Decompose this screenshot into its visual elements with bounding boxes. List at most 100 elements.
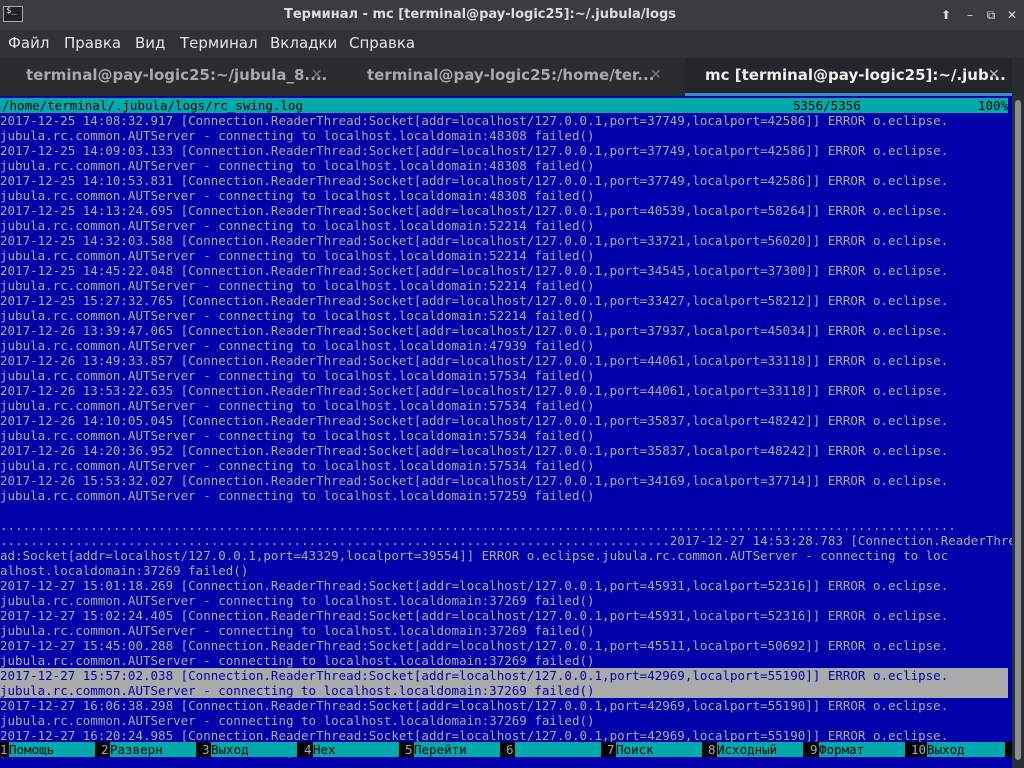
window-title-bar: $_ Терминал - mc [terminal@pay-logic25]:… bbox=[0, 0, 1024, 30]
fkey-label: Формат bbox=[819, 742, 905, 757]
fkey-label: Помощь bbox=[9, 742, 95, 757]
log-line: 2017-12-25 14:13:24.695 [Connection.Read… bbox=[0, 203, 949, 218]
log-line: 2017-12-26 13:39:47.065 [Connection.Read… bbox=[0, 323, 949, 338]
log-line-highlighted: jubula.rc.common.AUTServer - connecting … bbox=[0, 683, 1008, 698]
tab-label: terminal@pay-logic25:~/jubula_8.... bbox=[26, 66, 328, 84]
tab-terminal-1[interactable]: terminal@pay-logic25:~/jubula_8.... ✕ bbox=[0, 58, 340, 96]
log-line: 2017-12-27 15:45:00.288 [Connection.Read… bbox=[0, 638, 949, 653]
scroll-percent: 100% bbox=[978, 98, 1009, 113]
fkey-label: Разверн bbox=[110, 742, 196, 757]
log-line: 2017-12-26 14:10:05.045 [Connection.Read… bbox=[0, 413, 949, 428]
close-window-button[interactable]: ✕ bbox=[1003, 6, 1021, 24]
fkey-number: 5 bbox=[405, 742, 413, 757]
close-icon: ✕ bbox=[1006, 8, 1018, 22]
log-line: 2017-12-27 16:06:38.298 [Connection.Read… bbox=[0, 698, 949, 713]
log-line: 2017-12-26 15:53:32.027 [Connection.Read… bbox=[0, 473, 949, 488]
tab-terminal-2[interactable]: terminal@pay-logic25:/home/ter... ✕ bbox=[340, 58, 685, 96]
scrollbar-thumb[interactable] bbox=[1015, 100, 1021, 760]
fkey-number: 9 bbox=[810, 742, 818, 757]
close-tab-icon[interactable]: ✕ bbox=[650, 58, 662, 92]
fkey-f8[interactable]: 8 Исходный bbox=[708, 742, 809, 757]
log-line: ........................................… bbox=[0, 518, 956, 533]
log-line: 2017-12-25 14:08:32.917 [Connection.Read… bbox=[0, 113, 949, 128]
fkey-number: 10 bbox=[911, 742, 927, 757]
log-line: jubula.rc.common.AUTServer - connecting … bbox=[0, 428, 595, 443]
log-line: jubula.rc.common.AUTServer - connecting … bbox=[0, 713, 595, 728]
fkey-f6[interactable]: 6 bbox=[506, 742, 607, 757]
fkey-label: Перейти bbox=[414, 742, 500, 757]
file-path: /home/terminal/.jubula/logs/rc_swing.log bbox=[2, 98, 304, 113]
log-line: jubula.rc.common.AUTServer - connecting … bbox=[0, 368, 595, 383]
log-line: ad:Socket[addr=localhost/127.0.0.1,port=… bbox=[0, 548, 949, 563]
fkey-f7[interactable]: 7 Поиск bbox=[607, 742, 708, 757]
window-title: Терминал - mc [terminal@pay-logic25]:~/.… bbox=[284, 7, 676, 22]
line-position: 5356/5356 bbox=[793, 98, 861, 113]
tab-mc-active[interactable]: mc [terminal@pay-logic25]:~/.jub... ✕ bbox=[685, 58, 1012, 96]
log-line: 2017-12-26 13:53:22.635 [Connection.Read… bbox=[0, 383, 949, 398]
terminal-scrollbar[interactable] bbox=[1012, 96, 1024, 768]
log-line: 2017-12-27 16:20:24.985 [Connection.Read… bbox=[0, 728, 949, 743]
log-line: 2017-12-27 15:02:24.405 [Connection.Read… bbox=[0, 608, 949, 623]
log-line: jubula.rc.common.AUTServer - connecting … bbox=[0, 398, 595, 413]
fkey-number: 6 bbox=[506, 742, 514, 757]
log-line: 2017-12-25 14:32:03.588 [Connection.Read… bbox=[0, 233, 949, 248]
fkey-f9[interactable]: 9 Формат bbox=[810, 742, 911, 757]
log-line: jubula.rc.common.AUTServer - connecting … bbox=[0, 188, 595, 203]
fkey-f5[interactable]: 5 Перейти bbox=[405, 742, 506, 757]
fkey-number: 2 bbox=[101, 742, 109, 757]
menu-edit[interactable]: Правка bbox=[64, 30, 121, 56]
fkey-number: 8 bbox=[708, 742, 716, 757]
menu-help[interactable]: Справка bbox=[349, 30, 415, 56]
log-line: 2017-12-25 15:27:32.765 [Connection.Read… bbox=[0, 293, 949, 308]
viewer-status-line: /home/terminal/.jubula/logs/rc_swing.log… bbox=[0, 98, 1008, 113]
fkey-label: Hex bbox=[313, 742, 399, 757]
fkey-label: Исходный bbox=[717, 742, 803, 757]
menu-view[interactable]: Вид bbox=[135, 30, 165, 56]
fkey-number: 7 bbox=[607, 742, 615, 757]
log-line: jubula.rc.common.AUTServer - connecting … bbox=[0, 488, 595, 503]
keep-above-button[interactable]: ⬆ bbox=[937, 6, 955, 24]
log-line: 2017-12-27 15:01:18.269 [Connection.Read… bbox=[0, 578, 949, 593]
fkey-label: Выход bbox=[211, 742, 297, 757]
log-line: jubula.rc.common.AUTServer - connecting … bbox=[0, 593, 595, 608]
log-line: ........................................… bbox=[0, 533, 1012, 548]
log-line: jubula.rc.common.AUTServer - connecting … bbox=[0, 308, 595, 323]
fkey-f2[interactable]: 2 Разверн bbox=[101, 742, 202, 757]
fkey-f1[interactable]: 1 Помощь bbox=[0, 742, 101, 757]
menu-tabs[interactable]: Вкладки bbox=[270, 30, 337, 56]
minimize-icon: – bbox=[967, 8, 973, 22]
log-line: jubula.rc.common.AUTServer - connecting … bbox=[0, 623, 595, 638]
terminal-area[interactable]: /home/terminal/.jubula/logs/rc_swing.log… bbox=[0, 96, 1012, 768]
fkey-label: Поиск bbox=[616, 742, 702, 757]
tab-bar: terminal@pay-logic25:~/jubula_8.... ✕ te… bbox=[0, 58, 1024, 96]
log-line: 2017-12-25 14:10:53.831 [Connection.Read… bbox=[0, 173, 949, 188]
log-line: 2017-12-25 14:45:22.048 [Connection.Read… bbox=[0, 263, 949, 278]
tab-label: terminal@pay-logic25:/home/ter... bbox=[367, 66, 655, 84]
menu-file[interactable]: Файл bbox=[8, 30, 49, 56]
maximize-icon: ⧉ bbox=[986, 8, 996, 22]
fkey-number: 3 bbox=[202, 742, 210, 757]
fkey-number: 1 bbox=[0, 742, 8, 757]
log-line: jubula.rc.common.AUTServer - connecting … bbox=[0, 158, 595, 173]
maximize-button[interactable]: ⧉ bbox=[982, 6, 1000, 24]
tab-label: mc [terminal@pay-logic25]:~/.jub... bbox=[705, 66, 1006, 84]
fkey-f3[interactable]: 3 Выход bbox=[202, 742, 303, 757]
minimize-button[interactable]: – bbox=[961, 6, 979, 24]
menu-terminal[interactable]: Терминал bbox=[180, 30, 258, 56]
function-key-bar: 1 Помощь 2 Разверн 3 Выход 4 Hex 5 Перейти 6 7 Поиск… bbox=[0, 742, 1012, 757]
fkey-label: Выход bbox=[927, 742, 1005, 757]
arrow-up-icon: ⬆ bbox=[940, 8, 952, 22]
fkey-number: 4 bbox=[304, 742, 312, 757]
close-tab-icon[interactable]: ✕ bbox=[988, 58, 1000, 92]
fkey-f10[interactable]: 10 Выход bbox=[911, 742, 1012, 757]
log-line: jubula.rc.common.AUTServer - connecting … bbox=[0, 458, 595, 473]
close-tab-icon[interactable]: ✕ bbox=[311, 58, 323, 92]
log-line: alhost.localdomain:37269 failed() bbox=[0, 563, 249, 578]
log-line: 2017-12-26 14:20:36.952 [Connection.Read… bbox=[0, 443, 949, 458]
log-line: jubula.rc.common.AUTServer - connecting … bbox=[0, 128, 595, 143]
fkey-label bbox=[515, 742, 601, 757]
fkey-f4[interactable]: 4 Hex bbox=[304, 742, 405, 757]
menu-bar: Файл Правка Вид Терминал Вкладки Справка bbox=[0, 30, 1024, 58]
log-line-highlighted: 2017-12-27 15:57:02.038 [Connection.Read… bbox=[0, 668, 1008, 683]
